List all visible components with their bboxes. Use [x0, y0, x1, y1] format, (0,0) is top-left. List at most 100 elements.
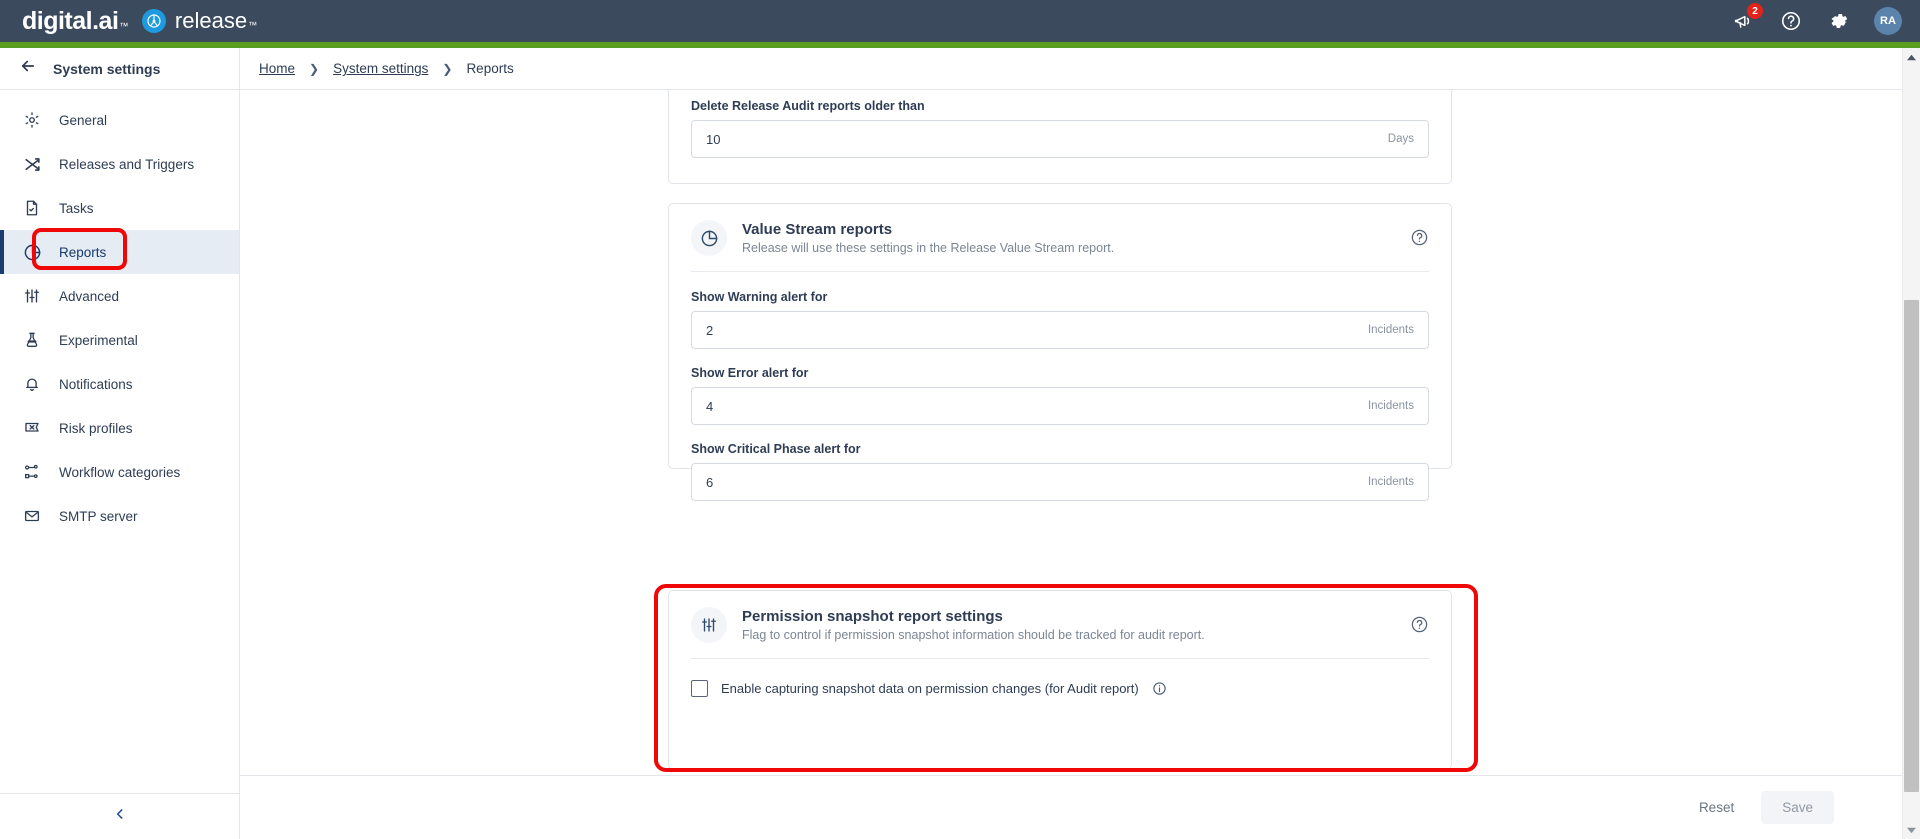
sliders-icon — [22, 286, 42, 306]
permission-card-title: Permission snapshot report settings — [742, 608, 1003, 625]
app-header: digital.ai ™ release ™ 2 RA — [0, 0, 1920, 42]
value-stream-card-body: Show Warning alert for Incidents Show Er… — [669, 272, 1451, 523]
settings-scroll-region[interactable]: Delete Release Audit reports older than … — [240, 90, 1902, 775]
sidebar-item-tasks[interactable]: Tasks — [0, 186, 239, 230]
pie-chart-icon — [22, 242, 42, 262]
audit-card-body: Delete Release Audit reports older than … — [669, 90, 1451, 180]
value-stream-card-titles: Value Stream reports Release will use th… — [742, 221, 1114, 255]
sidebar: System settings General Releases and Tri… — [0, 48, 240, 839]
sidebar-item-reports[interactable]: Reports — [0, 230, 239, 274]
audit-retention-input[interactable] — [692, 121, 1428, 157]
digitalai-logo: digital.ai ™ — [22, 7, 128, 36]
warning-alert-label: Show Warning alert for — [691, 290, 828, 304]
chevron-left-icon — [113, 807, 127, 826]
value-stream-card-title: Value Stream reports — [742, 221, 893, 238]
audit-retention-label: Delete Release Audit reports older than — [691, 99, 925, 113]
sidebar-item-smtp-server[interactable]: SMTP server — [0, 494, 239, 538]
envelope-icon — [22, 506, 42, 526]
question-circle-icon[interactable] — [1409, 228, 1429, 248]
enable-snapshot-checkbox[interactable] — [691, 680, 708, 697]
info-circle-icon[interactable] — [1152, 681, 1168, 697]
sidebar-item-label: Releases and Triggers — [59, 156, 195, 172]
sidebar-item-releases-and-triggers[interactable]: Releases and Triggers — [0, 142, 239, 186]
sidebar-nav-list: General Releases and Triggers Tasks Repo… — [0, 90, 239, 538]
sidebar-item-general[interactable]: General — [0, 98, 239, 142]
workflow-nodes-icon — [22, 462, 42, 482]
sidebar-item-notifications[interactable]: Notifications — [0, 362, 239, 406]
value-stream-card-subtitle: Release will use these settings in the R… — [742, 241, 1115, 255]
scrollbar-thumb[interactable] — [1904, 300, 1919, 792]
critical-phase-alert-input[interactable] — [692, 464, 1428, 500]
bell-icon — [22, 374, 42, 394]
sidebar-item-label: Workflow categories — [59, 464, 181, 480]
sidebar-item-experimental[interactable]: Experimental — [0, 318, 239, 362]
permission-card-header: Permission snapshot report settings Flag… — [669, 591, 1451, 658]
brand-lockup[interactable]: digital.ai ™ release ™ — [22, 7, 257, 36]
error-alert-field[interactable]: Incidents — [691, 387, 1429, 425]
enable-snapshot-checkbox-row: Enable capturing snapshot data on permis… — [691, 680, 1429, 697]
release-audit-retention-card: Delete Release Audit reports older than … — [668, 90, 1452, 184]
permission-card-subtitle: Flag to control if permission snapshot i… — [742, 628, 1205, 642]
arrow-left-icon — [19, 57, 37, 80]
sidebar-item-label: Reports — [59, 244, 107, 260]
digitalai-logo-text: digital.ai — [22, 6, 119, 35]
permission-snapshot-report-card: Permission snapshot report settings Flag… — [668, 590, 1452, 770]
risk-flag-icon — [22, 418, 42, 438]
sidebar-collapse-button[interactable] — [0, 793, 239, 839]
sidebar-item-label: Experimental — [59, 332, 138, 348]
error-alert-label: Show Error alert for — [691, 366, 809, 380]
file-check-icon — [22, 198, 42, 218]
release-product-lockup: release ™ — [141, 8, 257, 34]
megaphone-icon[interactable]: 2 — [1730, 3, 1763, 34]
sidebar-title: System settings — [53, 60, 161, 77]
chevron-right-icon: ❯ — [442, 61, 453, 76]
flask-icon — [22, 330, 42, 350]
avatar[interactable]: RA — [1874, 7, 1902, 35]
permission-card-titles: Permission snapshot report settings Flag… — [742, 608, 1205, 642]
notification-count-badge: 2 — [1747, 3, 1763, 19]
release-trademark: ™ — [248, 20, 258, 30]
release-wordmark: release ™ — [175, 8, 257, 34]
error-alert-input[interactable] — [692, 388, 1428, 424]
gear-icon — [22, 110, 42, 130]
pie-chart-icon — [691, 220, 727, 256]
sidebar-item-label: General — [59, 112, 108, 128]
vertical-scrollbar[interactable] — [1902, 48, 1920, 839]
header-actions: 2 RA — [1730, 0, 1902, 42]
warning-alert-input[interactable] — [692, 312, 1428, 348]
value-stream-reports-card: Value Stream reports Release will use th… — [668, 203, 1452, 501]
sidebar-item-label: SMTP server — [59, 508, 138, 524]
critical-phase-alert-label: Show Critical Phase alert for — [691, 442, 861, 456]
value-stream-card-header: Value Stream reports Release will use th… — [669, 204, 1451, 271]
reset-button[interactable]: Reset — [1682, 791, 1751, 824]
caret-up-icon[interactable] — [1903, 48, 1920, 66]
chevron-right-icon: ❯ — [309, 61, 320, 76]
caret-down-icon[interactable] — [1903, 821, 1920, 839]
question-circle-icon[interactable] — [1778, 8, 1804, 34]
sidebar-item-label: Advanced — [59, 288, 120, 304]
sidebar-item-workflow-categories[interactable]: Workflow categories — [0, 450, 239, 494]
enable-snapshot-label: Enable capturing snapshot data on permis… — [721, 681, 1139, 696]
sidebar-item-advanced[interactable]: Advanced — [0, 274, 239, 318]
sidebar-item-label: Risk profiles — [59, 420, 133, 436]
shuffle-icon — [22, 154, 42, 174]
gear-icon[interactable] — [1826, 8, 1852, 34]
save-button[interactable]: Save — [1761, 791, 1834, 824]
breadcrumb-item-system-settings[interactable]: System settings — [333, 61, 428, 76]
sliders-icon — [691, 607, 727, 643]
breadcrumb: Home ❯ System settings ❯ Reports — [240, 48, 1920, 90]
question-circle-icon[interactable] — [1409, 615, 1429, 635]
sidebar-item-label: Notifications — [59, 376, 133, 392]
breadcrumb-item-home[interactable]: Home — [259, 61, 295, 76]
permission-card-body: Enable capturing snapshot data on permis… — [669, 659, 1451, 719]
sidebar-item-label: Tasks — [59, 200, 94, 216]
critical-phase-alert-field[interactable]: Incidents — [691, 463, 1429, 501]
release-product-icon — [141, 9, 166, 33]
sidebar-back-header[interactable]: System settings — [0, 48, 239, 90]
breadcrumb-item-current: Reports — [466, 61, 514, 76]
sidebar-item-risk-profiles[interactable]: Risk profiles — [0, 406, 239, 450]
release-wordmark-text: release — [174, 8, 248, 33]
audit-retention-field[interactable]: Days — [691, 120, 1429, 158]
form-footer: Reset Save — [240, 775, 1902, 839]
warning-alert-field[interactable]: Incidents — [691, 311, 1429, 349]
